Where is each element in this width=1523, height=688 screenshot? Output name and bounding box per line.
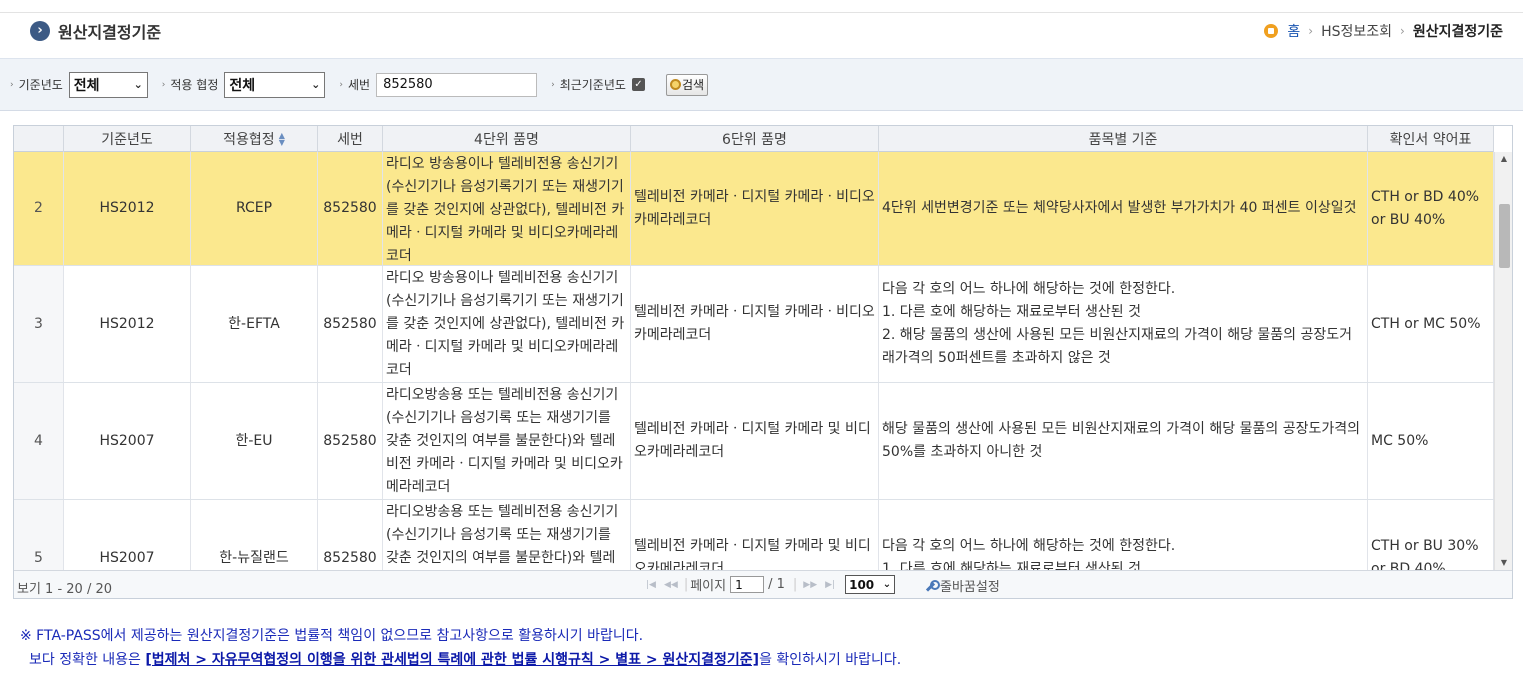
wrap-setting-button[interactable]: 줄바꿈설정 bbox=[924, 576, 1000, 595]
row-number: 4 bbox=[14, 383, 64, 499]
search-icon bbox=[669, 79, 681, 90]
cell-agreement: 한-뉴질랜드 bbox=[191, 500, 318, 570]
row-number: 3 bbox=[14, 266, 64, 382]
year-select[interactable]: 전체 ⌄ bbox=[68, 71, 148, 98]
breadcrumb-current: 원산지결정기준 bbox=[1412, 24, 1503, 40]
cell-rule: 4단위 세번변경기준 또는 체약당사자에서 발생한 부가가치가 40 퍼센트 이… bbox=[879, 152, 1368, 265]
cell-hs: 852580 bbox=[318, 383, 383, 499]
notice: ※ FTA-PASS에서 제공하는 원산지결정기준은 법률적 책임이 없으므로 … bbox=[20, 624, 901, 672]
cell-hs: 852580 bbox=[318, 152, 383, 265]
row-number: 5 bbox=[14, 500, 64, 570]
cell-year: HS2012 bbox=[64, 266, 191, 382]
cell-abbr: CTH or BD 40% or BU 40% bbox=[1368, 152, 1494, 265]
search-bar: › 기준년도 전체 ⌄ › 적용 협정 전체 ⌄ › 세번 852580 › 최근기준년도 … bbox=[0, 58, 1523, 111]
agreement-select[interactable]: 전체 ⌄ bbox=[224, 71, 326, 98]
cell-abbr: CTH or MC 50% bbox=[1368, 266, 1494, 382]
latest-year-label: › 최근기준년도 bbox=[551, 78, 626, 92]
cell-desc4: 라디오 방송용이나 텔레비전용 송신기기(수신기기나 음성기록기기 또는 재생기… bbox=[383, 152, 631, 265]
cell-year: HS2007 bbox=[64, 500, 191, 570]
cell-desc4: 라디오방송용 또는 텔레비전용 송신기기(수신기기나 음성기록 또는 재생기기를… bbox=[383, 383, 631, 499]
cell-abbr: CTH or BU 30% or BD 40% bbox=[1368, 500, 1494, 570]
notice-line-1: ※ FTA-PASS에서 제공하는 원산지결정기준은 법률적 책임이 없으므로 … bbox=[20, 628, 644, 644]
cell-hs: 852580 bbox=[318, 266, 383, 382]
scroll-down-icon[interactable]: ▼ bbox=[1495, 556, 1512, 570]
next-page-icon[interactable]: ▶▶ bbox=[803, 580, 817, 590]
cell-desc6: 텔레비전 카메라ㆍ디지털 카메라ㆍ비디오카메라레코더 bbox=[631, 152, 879, 265]
row-number: 2 bbox=[14, 152, 64, 265]
grid-header: 기준년도 적용협정 ▲ ▼ 세번 4단위 품명 6단위 품명 품목별 기준 확인서… bbox=[14, 126, 1494, 152]
chevron-down-icon: ⌄ bbox=[133, 78, 143, 91]
arrow-icon: › bbox=[161, 79, 166, 90]
prev-page-icon[interactable]: ◀◀ bbox=[664, 580, 678, 590]
table-row[interactable]: 3 HS2012 한-EFTA 852580 라디오 방송용이나 텔레비전용 송… bbox=[14, 266, 1494, 383]
chevron-right-circle-icon: › bbox=[30, 21, 50, 41]
breadcrumb: 홈 › HS정보조회 › 원산지결정기준 bbox=[1264, 21, 1503, 41]
cell-rule: 다음 각 호의 어느 하나에 해당하는 것에 한정한다. 1. 다른 호에 해당… bbox=[879, 266, 1368, 382]
column-header-rule[interactable]: 품목별 기준 bbox=[879, 126, 1368, 152]
column-header-rownum bbox=[14, 126, 64, 152]
breadcrumb-home-link[interactable]: 홈 bbox=[1287, 21, 1300, 41]
year-label: › 기준년도 bbox=[10, 78, 63, 92]
cell-desc4: 라디오 방송용이나 텔레비전용 송신기기(수신기기나 음성기록기기 또는 재생기… bbox=[383, 266, 631, 382]
sort-icon[interactable]: ▲ ▼ bbox=[279, 132, 285, 147]
grid-pager: 보기 1 - 20 / 20 |◀ ◀◀ | 페이지 1 / 1 | ▶▶ ▶|… bbox=[14, 570, 1512, 598]
arrow-icon: › bbox=[339, 79, 343, 90]
arrow-icon: › bbox=[551, 79, 555, 90]
column-header-agreement[interactable]: 적용협정 ▲ ▼ bbox=[191, 126, 318, 152]
cell-hs: 852580 bbox=[318, 500, 383, 570]
page-size-select[interactable]: 100 ⌄ bbox=[845, 575, 896, 594]
table-row[interactable]: 2 HS2012 RCEP 852580 라디오 방송용이나 텔레비전용 송신기… bbox=[14, 152, 1494, 266]
wrench-icon bbox=[924, 579, 940, 592]
table-row[interactable]: 4 HS2007 한-EU 852580 라디오방송용 또는 텔레비전용 송신기… bbox=[14, 383, 1494, 500]
first-page-icon[interactable]: |◀ bbox=[646, 580, 656, 590]
page-label: 페이지 bbox=[690, 579, 727, 594]
page-input[interactable]: 1 bbox=[730, 576, 765, 593]
cell-agreement: 한-EU bbox=[191, 383, 318, 499]
page-header: › 원산지결정기준 bbox=[30, 20, 161, 42]
vertical-scrollbar[interactable]: ▲ ▼ bbox=[1494, 152, 1512, 570]
column-header-year[interactable]: 기준년도 bbox=[64, 126, 191, 152]
breadcrumb-hs-info-link[interactable]: HS정보조회 bbox=[1321, 21, 1392, 41]
hs-code-input[interactable]: 852580 bbox=[376, 72, 538, 97]
cell-year: HS2007 bbox=[64, 383, 191, 499]
cell-agreement: RCEP bbox=[191, 152, 318, 265]
cell-abbr: MC 50% bbox=[1368, 383, 1494, 499]
top-divider bbox=[0, 12, 1523, 13]
last-page-icon[interactable]: ▶| bbox=[825, 580, 835, 590]
cell-desc6: 텔레비전 카메라ㆍ디지털 카메라 및 비디오카메라레코더 bbox=[631, 383, 879, 499]
chevron-down-icon: ⌄ bbox=[311, 78, 321, 91]
column-header-hs[interactable]: 세번 bbox=[318, 126, 383, 152]
cell-rule: 해당 물품의 생산에 사용된 모든 비원산지재료의 가격이 해당 물품의 공장도… bbox=[879, 383, 1368, 499]
chevron-down-icon: ⌄ bbox=[882, 579, 892, 590]
scroll-thumb[interactable] bbox=[1499, 204, 1510, 268]
cell-desc6: 텔레비전 카메라ㆍ디지털 카메라ㆍ비디오카메라레코더 bbox=[631, 266, 879, 382]
cell-year: HS2012 bbox=[64, 152, 191, 265]
grid-body: 2 HS2012 RCEP 852580 라디오 방송용이나 텔레비전용 송신기… bbox=[14, 152, 1494, 570]
cell-desc4: 라디오방송용 또는 텔레비전용 송신기기(수신기기나 음성기록 또는 재생기기를… bbox=[383, 500, 631, 570]
total-pages: / 1 bbox=[768, 577, 785, 592]
hs-label: › 세번 bbox=[339, 78, 371, 92]
cell-rule: 다음 각 호의 어느 하나에 해당하는 것에 한정한다. 1. 다른 호에 해당… bbox=[879, 500, 1368, 570]
agreement-label: › 적용 협정 bbox=[161, 78, 219, 92]
cell-desc6: 텔레비전 카메라ㆍ디지털 카메라 및 비디오카메라레코더 bbox=[631, 500, 879, 570]
latest-year-checkbox[interactable]: ✓ bbox=[631, 78, 645, 91]
table-row[interactable]: 5 HS2007 한-뉴질랜드 852580 라디오방송용 또는 텔레비전용 송… bbox=[14, 500, 1494, 570]
pager-info: 보기 1 - 20 / 20 bbox=[17, 582, 113, 597]
rules-grid: 기준년도 적용협정 ▲ ▼ 세번 4단위 품명 6단위 품명 품목별 기준 확인서… bbox=[13, 125, 1513, 599]
column-header-desc6[interactable]: 6단위 품명 bbox=[631, 126, 879, 152]
search-button[interactable]: 검색 bbox=[665, 73, 709, 96]
page-title: 원산지결정기준 bbox=[58, 23, 162, 42]
law-link[interactable]: [법제처 > 자유무역협정의 이행을 위한 관세법의 특례에 관한 법률 시행규… bbox=[145, 652, 759, 668]
arrow-icon: › bbox=[10, 79, 14, 90]
breadcrumb-separator: › bbox=[1400, 24, 1405, 38]
column-header-abbr[interactable]: 확인서 약어표 bbox=[1368, 126, 1494, 152]
pager-nav: |◀ ◀◀ | 페이지 1 / 1 | ▶▶ ▶| 100 ⌄ bbox=[642, 575, 896, 594]
cell-agreement: 한-EFTA bbox=[191, 266, 318, 382]
notice-line-2: 보다 정확한 내용은 [법제처 > 자유무역협정의 이행을 위한 관세법의 특례… bbox=[29, 652, 902, 668]
home-icon bbox=[1264, 24, 1279, 38]
column-header-desc4[interactable]: 4단위 품명 bbox=[383, 126, 631, 152]
scroll-up-icon[interactable]: ▲ bbox=[1495, 152, 1512, 166]
breadcrumb-separator: › bbox=[1308, 24, 1314, 38]
